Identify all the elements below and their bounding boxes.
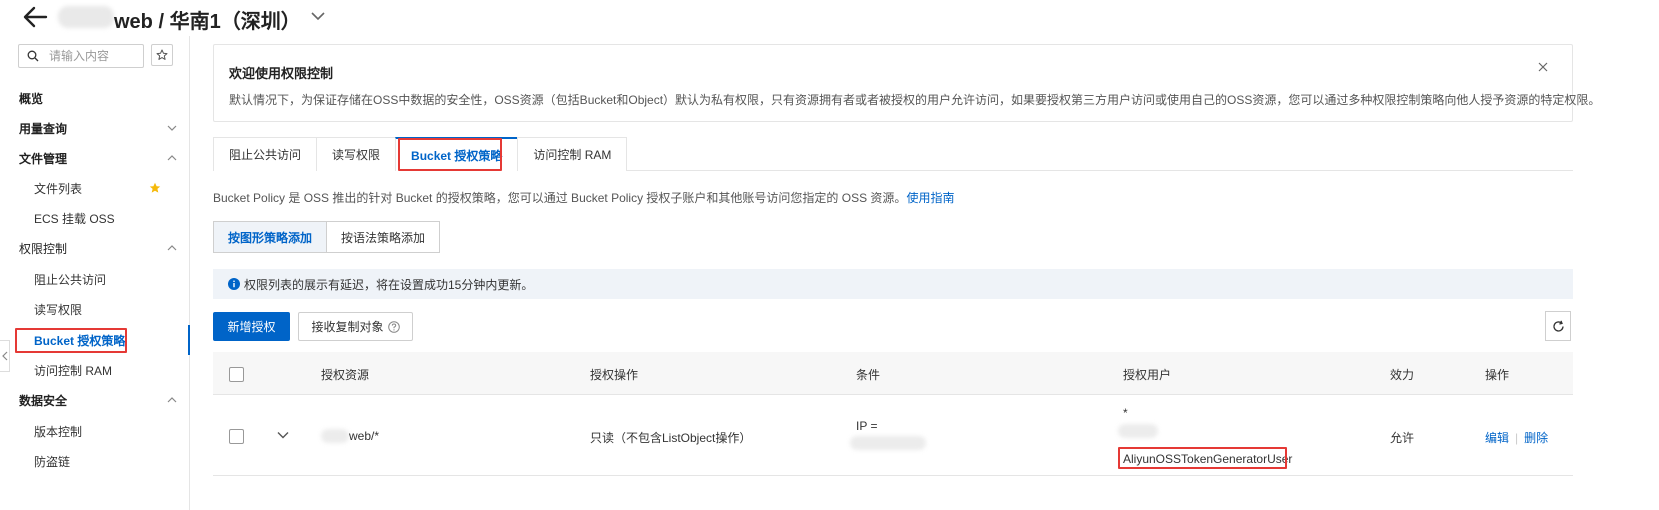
sidebar-item-ram[interactable]: 访问控制 RAM — [0, 355, 189, 385]
sidebar-item-label: ECS 挂载 OSS — [34, 211, 115, 226]
sidebar-item-label: 防盗链 — [34, 454, 71, 469]
page-title: web / 华南1（深圳） — [114, 11, 301, 33]
sidebar-item-permission-control[interactable]: 权限控制 — [0, 233, 189, 263]
sidebar-item-data-security[interactable]: 数据安全 — [0, 385, 189, 415]
top-header: web / 华南1（深圳） — [0, 0, 1659, 36]
edit-link[interactable]: 编辑 — [1485, 431, 1509, 445]
star-outline-icon — [156, 49, 168, 60]
redacted-ip — [850, 436, 926, 450]
add-authorization-button[interactable]: 新增授权 — [213, 312, 290, 341]
info-icon — [228, 278, 240, 290]
sidebar-item-file-list[interactable]: 文件列表 — [0, 173, 189, 203]
tab-block-public-access[interactable]: 阻止公共访问 — [213, 137, 318, 171]
sidebar-item-usage[interactable]: 用量查询 — [0, 113, 189, 143]
redacted-resource-prefix — [321, 429, 349, 443]
favorites-button[interactable] — [151, 44, 173, 66]
redacted-user — [1118, 424, 1158, 438]
sidebar-item-overview[interactable]: 概览 — [0, 83, 189, 113]
row-user-star: * — [1123, 406, 1128, 420]
column-header-operations: 操作 — [1485, 368, 1510, 382]
separator: | — [1515, 431, 1519, 445]
sidebar-item-label: 版本控制 — [34, 424, 83, 439]
info-bar: 权限列表的展示有延迟，将在设置成功15分钟内更新。 — [213, 269, 1573, 299]
refresh-button[interactable] — [1545, 311, 1571, 341]
policy-description-text: Bucket Policy 是 OSS 推出的针对 Bucket 的授权策略，您… — [213, 191, 907, 205]
table-header: 授权资源 授权操作 条件 授权用户 效力 操作 — [213, 352, 1573, 395]
guide-link[interactable]: 使用指南 — [906, 191, 954, 205]
sidebar-item-label: 阻止公共访问 — [34, 272, 107, 287]
select-all-checkbox[interactable] — [229, 367, 244, 382]
policy-description: Bucket Policy 是 OSS 推出的针对 Bucket 的授权策略，您… — [213, 189, 954, 206]
sidebar-search-input[interactable] — [49, 49, 129, 63]
close-icon[interactable] — [1537, 61, 1549, 73]
sidebar-item-label: 权限控制 — [19, 241, 68, 256]
delete-link[interactable]: 删除 — [1524, 431, 1548, 445]
sidebar-item-file-management[interactable]: 文件管理 — [0, 143, 189, 173]
highlight-box — [1118, 447, 1287, 469]
back-arrow-icon[interactable] — [22, 5, 48, 29]
tab-read-write[interactable]: 读写权限 — [316, 137, 397, 171]
chevron-up-icon — [167, 397, 177, 403]
expand-chevron-icon[interactable] — [277, 431, 289, 439]
redacted-bucket-name — [58, 6, 114, 28]
welcome-notice: 欢迎使用权限控制 默认情况下，为保证存储在OSS中数据的安全性，OSS资源（包括… — [213, 44, 1600, 122]
sidebar-collapse-button[interactable] — [0, 340, 10, 372]
sidebar: 概览 用量查询 文件管理 文件列表 ECS 挂载 OSS 权限控制 阻止公共访问… — [0, 36, 190, 510]
mode-syntax-button[interactable]: 按语法策略添加 — [327, 221, 441, 253]
sidebar-item-ecs-mount[interactable]: ECS 挂载 OSS — [0, 203, 189, 233]
row-condition: IP = — [856, 419, 878, 433]
active-indicator — [188, 325, 190, 355]
row-resource: web/* — [349, 429, 380, 443]
refresh-icon — [1552, 320, 1564, 332]
help-icon — [387, 320, 400, 333]
star-filled-icon[interactable] — [149, 182, 161, 194]
chevron-down-icon — [167, 125, 177, 131]
row-action: 只读（不包含ListObject操作） — [590, 431, 752, 445]
mode-graphic-button[interactable]: 按图形策略添加 — [213, 221, 328, 253]
sidebar-item-label: 概览 — [19, 91, 44, 106]
sidebar-item-label: 读写权限 — [34, 302, 83, 317]
sidebar-item-versioning[interactable]: 版本控制 — [0, 416, 189, 446]
sidebar-item-label: 文件管理 — [19, 151, 68, 166]
sidebar-search[interactable] — [18, 44, 144, 68]
column-header-user: 授权用户 — [1123, 368, 1172, 382]
receive-replication-button[interactable]: 接收复制对象 — [298, 312, 413, 341]
row-checkbox[interactable] — [229, 429, 244, 444]
notice-body: 默认情况下，为保证存储在OSS中数据的安全性，OSS资源（包括Bucket和Ob… — [229, 93, 1601, 107]
policy-mode-switch: 按图形策略添加 按语法策略添加 — [213, 221, 441, 253]
column-header-condition: 条件 — [856, 368, 881, 382]
table-row: web/* 只读（不包含ListObject操作） IP = * AliyunO… — [213, 396, 1573, 476]
chevron-left-icon — [1, 351, 7, 361]
column-header-action: 授权操作 — [590, 368, 639, 382]
receive-replication-label: 接收复制对象 — [311, 320, 384, 334]
row-operations: 编辑 | 删除 — [1485, 429, 1548, 446]
column-header-effect: 效力 — [1390, 368, 1415, 382]
sidebar-item-label: 访问控制 RAM — [34, 363, 113, 378]
search-icon — [27, 50, 39, 62]
tab-ram[interactable]: 访问控制 RAM — [517, 137, 628, 171]
info-text: 权限列表的展示有延迟，将在设置成功15分钟内更新。 — [244, 277, 534, 292]
sidebar-item-label: 文件列表 — [34, 181, 83, 196]
sidebar-item-label: 数据安全 — [19, 393, 68, 408]
chevron-up-icon — [167, 245, 177, 251]
sidebar-item-block-public-access[interactable]: 阻止公共访问 — [0, 264, 189, 294]
sidebar-item-label: 用量查询 — [19, 121, 68, 136]
column-header-resource: 授权资源 — [321, 368, 370, 382]
notice-title: 欢迎使用权限控制 — [229, 66, 334, 81]
sidebar-item-hotlink-protection[interactable]: 防盗链 — [0, 446, 189, 476]
highlight-box — [398, 138, 502, 171]
sidebar-item-read-write[interactable]: 读写权限 — [0, 294, 189, 324]
chevron-down-icon[interactable] — [310, 10, 326, 22]
highlight-box — [15, 328, 127, 353]
chevron-up-icon — [167, 155, 177, 161]
row-effect: 允许 — [1390, 431, 1415, 445]
